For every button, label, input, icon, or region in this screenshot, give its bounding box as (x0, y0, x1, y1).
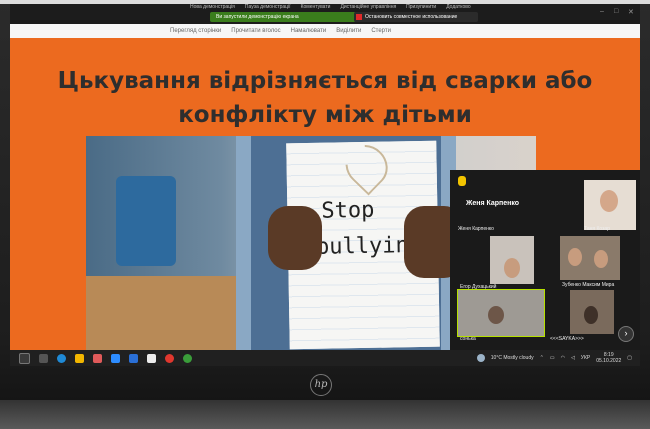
zoom-gallery: Женя Карпенко Женя Карпенко Таня Козар Е… (450, 170, 640, 350)
zoom-share-toolbar: Нова демонстрація Пауза демонстрації Ком… (10, 4, 640, 24)
erase-button[interactable]: Стерти (371, 28, 391, 34)
laptop-body: Нова демонстрація Пауза демонстрації Ком… (0, 0, 650, 429)
slide-title: Цькування відрізняється від сварки або к… (10, 64, 640, 132)
sharing-indicator: Ви запустили демонстрацію екрана (210, 12, 356, 22)
app-icon[interactable] (93, 353, 102, 363)
zoom-icon[interactable] (111, 353, 120, 363)
participant-label: <<<SAYKA>>> (550, 336, 584, 342)
more-button[interactable]: Додатково (446, 4, 470, 10)
slide-title-line-2: конфлікту між дітьми (178, 102, 472, 128)
participant-tile[interactable] (560, 236, 620, 280)
page-view-button[interactable]: Перегляд сторінки (170, 28, 221, 34)
task-view-icon[interactable] (39, 353, 48, 363)
sign-text-line-1: Stop (321, 197, 375, 224)
participant-video (568, 248, 582, 266)
participant-label: Таня Козар (584, 226, 610, 232)
stop-share-label: Остановить совместное использование (365, 14, 458, 20)
participant-tile[interactable] (584, 180, 636, 230)
wifi-icon[interactable]: ◠ (561, 355, 565, 361)
participant-video (504, 258, 520, 278)
participant-video (594, 250, 608, 268)
clock-date: 05.10.2022 (596, 358, 622, 364)
close-icon[interactable]: ✕ (628, 8, 634, 16)
weather-text[interactable]: 10°C Mostly cloudy (491, 355, 534, 361)
slide-title-line-1: Цькування відрізняється від сварки або (57, 68, 593, 94)
participant-label: Зубенко Максим Мира (562, 282, 615, 288)
participant-label: Женя Карпенко (458, 226, 494, 232)
participant-tile[interactable] (490, 236, 534, 284)
volume-icon[interactable]: ◁ (571, 355, 575, 361)
weather-icon (476, 354, 485, 362)
pause-share-button[interactable]: Пауза демонстрації (245, 4, 291, 10)
share-toolbar-items: Нова демонстрація Пауза демонстрації Ком… (190, 4, 471, 10)
participant-label: сонька (460, 336, 476, 342)
highlight-button[interactable]: Виділити (336, 28, 361, 34)
heart-drawing (336, 136, 397, 196)
search-icon[interactable] (19, 352, 30, 364)
participant-video (488, 306, 504, 324)
notes-icon[interactable] (147, 353, 156, 363)
classroom-chair (116, 176, 176, 266)
pause-button[interactable]: Призупинити (406, 4, 436, 10)
windows-taskbar: 10°C Mostly cloudy ⌃ ▭ ◠ ◁ УКР 8:19 05.1… (10, 350, 640, 366)
chrome-profile-icon[interactable] (183, 353, 192, 363)
read-aloud-button[interactable]: Прочитати вголос (231, 28, 280, 34)
participant-video (600, 190, 618, 212)
edge-icon[interactable] (57, 353, 66, 363)
participant-tile[interactable] (570, 290, 614, 334)
next-page-icon[interactable]: › (618, 326, 634, 342)
battery-icon[interactable]: ▭ (550, 355, 555, 361)
annotate-button[interactable]: Коментувати (301, 4, 331, 10)
draw-button[interactable]: Намалювати (291, 28, 327, 34)
raise-hand-icon (458, 176, 466, 186)
maximize-icon[interactable]: □ (614, 8, 618, 15)
left-hand (268, 206, 322, 270)
participant-tile[interactable] (457, 289, 545, 337)
clock[interactable]: 8:19 05.10.2022 (596, 352, 621, 364)
minimize-icon[interactable]: – (600, 8, 604, 15)
active-speaker-name: Женя Карпенко (466, 200, 520, 207)
tray-arrow-icon[interactable]: ⌃ (540, 355, 544, 361)
language-indicator[interactable]: УКР (581, 355, 590, 361)
sharing-label: Ви запустили демонстрацію екрана (216, 14, 299, 20)
notification-icon[interactable]: ▢ (627, 355, 632, 361)
system-tray: 10°C Mostly cloudy ⌃ ▭ ◠ ◁ УКР 8:19 05.1… (476, 352, 632, 364)
laptop-hinge (0, 400, 650, 429)
stop-share-button[interactable]: Остановить совместное использование (354, 12, 478, 22)
new-share-button[interactable]: Нова демонстрація (190, 4, 235, 10)
laptop-screen: Нова демонстрація Пауза демонстрації Ком… (10, 4, 640, 366)
file-explorer-icon[interactable] (75, 353, 84, 363)
stop-icon (356, 14, 362, 20)
hp-logo: hp (310, 374, 332, 396)
reader-toolbar: Перегляд сторінки Прочитати вголос Намал… (10, 24, 640, 39)
store-icon[interactable] (129, 353, 138, 363)
participant-video (584, 306, 598, 324)
classroom-desk (86, 276, 256, 350)
chrome-icon[interactable] (165, 353, 174, 363)
remote-control-button[interactable]: Дистанційне управління (340, 4, 396, 10)
